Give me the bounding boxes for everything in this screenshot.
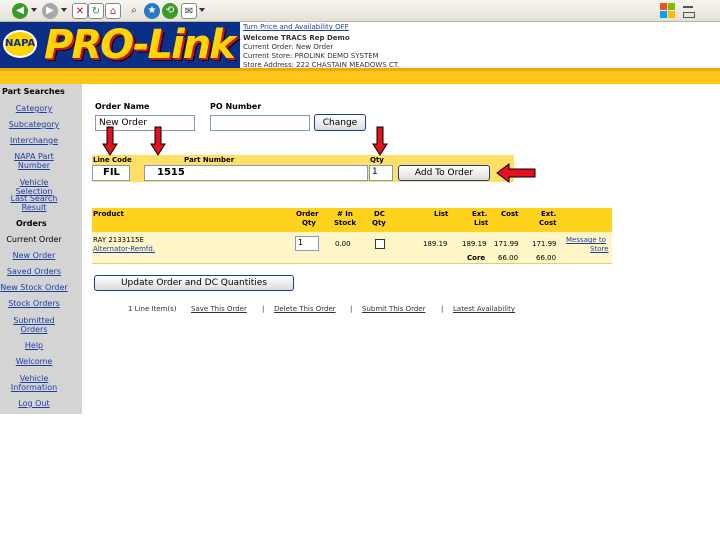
sidebar-item-current-order: Current Order [6, 235, 62, 244]
row-core-ext-cost: 66.00 [536, 254, 557, 262]
sidebar-heading-orders: Orders [16, 219, 47, 228]
line-code-label: Line Code [93, 156, 132, 164]
message-to-store-link[interactable]: Message to [566, 236, 606, 245]
row-core-label: Core [467, 254, 486, 262]
sidebar-item-stock-orders[interactable]: Stock Orders [0, 299, 68, 308]
row-order-qty-input[interactable]: 1 [295, 236, 319, 251]
sidebar-item-napa-part-number[interactable]: NAPA Part [0, 152, 68, 161]
prolink-logo-text: PRO-Link [44, 22, 236, 68]
napa-logo-text: NAPA [3, 30, 37, 58]
forward-icon[interactable]: ▶ [42, 3, 58, 19]
footer-separator: | [350, 305, 353, 313]
sidebar-item-subcategory[interactable]: Subcategory [0, 120, 68, 129]
sidebar-item-new-stock-order[interactable]: New Stock Order [0, 283, 68, 292]
sidebar-item-napa-part-number-2[interactable]: Number [0, 161, 68, 170]
col-ext-cost-2: Cost [539, 219, 557, 227]
current-store-text: Current Store: PROLINK DEMO SYSTEM [243, 52, 379, 60]
back-dropdown-icon[interactable] [31, 8, 37, 12]
col-product: Product [93, 210, 124, 218]
sidebar-item-last-search[interactable]: Last Search [0, 194, 68, 203]
line-code-input[interactable]: FIL [92, 165, 130, 181]
col-ext-list-2: List [474, 219, 489, 227]
windows-logo-icon [659, 2, 677, 20]
home-icon[interactable]: ⌂ [105, 3, 121, 19]
turn-price-link[interactable]: Turn Price and Availability OFF [243, 23, 349, 32]
current-order-text: Current Order: New Order [243, 43, 334, 51]
stop-icon[interactable]: ✕ [72, 3, 88, 19]
row-in-stock: 0.00 [335, 240, 351, 248]
col-ext-cost: Ext. [541, 210, 557, 218]
part-number-label: Part Number [184, 156, 235, 164]
sidebar-item-last-search-2[interactable]: Result [0, 203, 68, 212]
arrow-down-icon [150, 126, 166, 156]
po-number-input[interactable] [210, 115, 310, 131]
sidebar-item-category[interactable]: Category [0, 104, 68, 113]
col-in-stock: # In [337, 210, 353, 218]
sidebar-item-interchange[interactable]: Interchange [0, 136, 68, 145]
qty-input[interactable]: 1 [369, 165, 393, 181]
mail-dropdown-icon[interactable] [199, 8, 205, 12]
col-order-qty: Order [296, 210, 319, 218]
sidebar-item-help[interactable]: Help [0, 341, 68, 350]
row-core-cost: 66.00 [498, 254, 519, 262]
mail-icon[interactable]: ✉ [181, 3, 197, 19]
col-dc-qty: DC [374, 210, 385, 218]
row-ext-cost: 171.99 [532, 240, 557, 248]
browser-toolbar: ◀ ▶ ✕ ↻ ⌂ ⌕ ★ ⟲ ✉ [0, 0, 720, 22]
restore-icon[interactable] [683, 12, 695, 18]
sidebar-item-submitted-orders-2[interactable]: Orders [0, 325, 68, 334]
footer-separator: | [441, 305, 444, 313]
row-part-number: RAY 2133115E [93, 236, 144, 244]
col-cost: Cost [501, 210, 519, 218]
part-number-input[interactable]: 1515 [144, 165, 368, 181]
row-ext-list: 189.19 [462, 240, 487, 248]
arrow-down-icon [372, 126, 388, 156]
sidebar-item-vehicle-information-2[interactable]: Information [0, 383, 68, 392]
arrow-down-icon [102, 126, 118, 156]
change-button[interactable]: Change [314, 114, 366, 131]
col-in-stock-2: Stock [334, 219, 357, 227]
submit-order-link[interactable]: Submit This Order [362, 305, 425, 313]
sidebar-item-welcome[interactable]: Welcome [0, 357, 68, 366]
forward-dropdown-icon[interactable] [61, 8, 67, 12]
refresh-icon[interactable]: ↻ [88, 3, 104, 19]
footer-separator: | [262, 305, 265, 313]
favorites-icon[interactable]: ★ [144, 3, 160, 19]
sidebar-item-saved-orders[interactable]: Saved Orders [0, 267, 68, 276]
col-order-qty-2: Qty [302, 219, 316, 227]
history-icon[interactable]: ⟲ [162, 3, 178, 19]
sidebar-item-vehicle-information[interactable]: Vehicle [0, 374, 68, 383]
search-icon[interactable]: ⌕ [126, 3, 142, 19]
row-dc-qty-checkbox[interactable] [375, 239, 385, 249]
qty-label: Qty [370, 156, 384, 164]
latest-availability-link[interactable]: Latest Availability [453, 305, 515, 313]
header-stripe [0, 68, 720, 84]
po-number-label: PO Number [210, 102, 262, 111]
save-order-link[interactable]: Save This Order [191, 305, 247, 313]
message-to-store-link-2[interactable]: Store [590, 245, 609, 254]
col-list: List [434, 210, 449, 218]
delete-order-link[interactable]: Delete This Order [274, 305, 336, 313]
sidebar-item-log-out[interactable]: Log Out [0, 399, 68, 408]
col-ext-list: Ext. [472, 210, 488, 218]
row-part-description-link[interactable]: Alternator-Remfd. [93, 245, 155, 254]
add-to-order-button[interactable]: Add To Order [398, 165, 490, 181]
minimize-icon[interactable] [683, 6, 693, 8]
sidebar-item-new-order[interactable]: New Order [0, 251, 68, 260]
arrow-left-icon [496, 163, 536, 183]
line-items-count: 1 Line Item(s) [128, 305, 177, 313]
sidebar-item-submitted-orders[interactable]: Submitted [0, 316, 68, 325]
order-name-label: Order Name [95, 102, 150, 111]
row-list: 189.19 [423, 240, 448, 248]
sidebar-heading-part-searches: Part Searches [2, 87, 65, 96]
row-cost: 171.99 [494, 240, 519, 248]
update-order-button[interactable]: Update Order and DC Quantities [94, 275, 294, 291]
back-icon[interactable]: ◀ [12, 3, 28, 19]
col-dc-qty-2: Qty [372, 219, 386, 227]
welcome-text: Welcome TRACS Rep Demo [243, 34, 350, 42]
